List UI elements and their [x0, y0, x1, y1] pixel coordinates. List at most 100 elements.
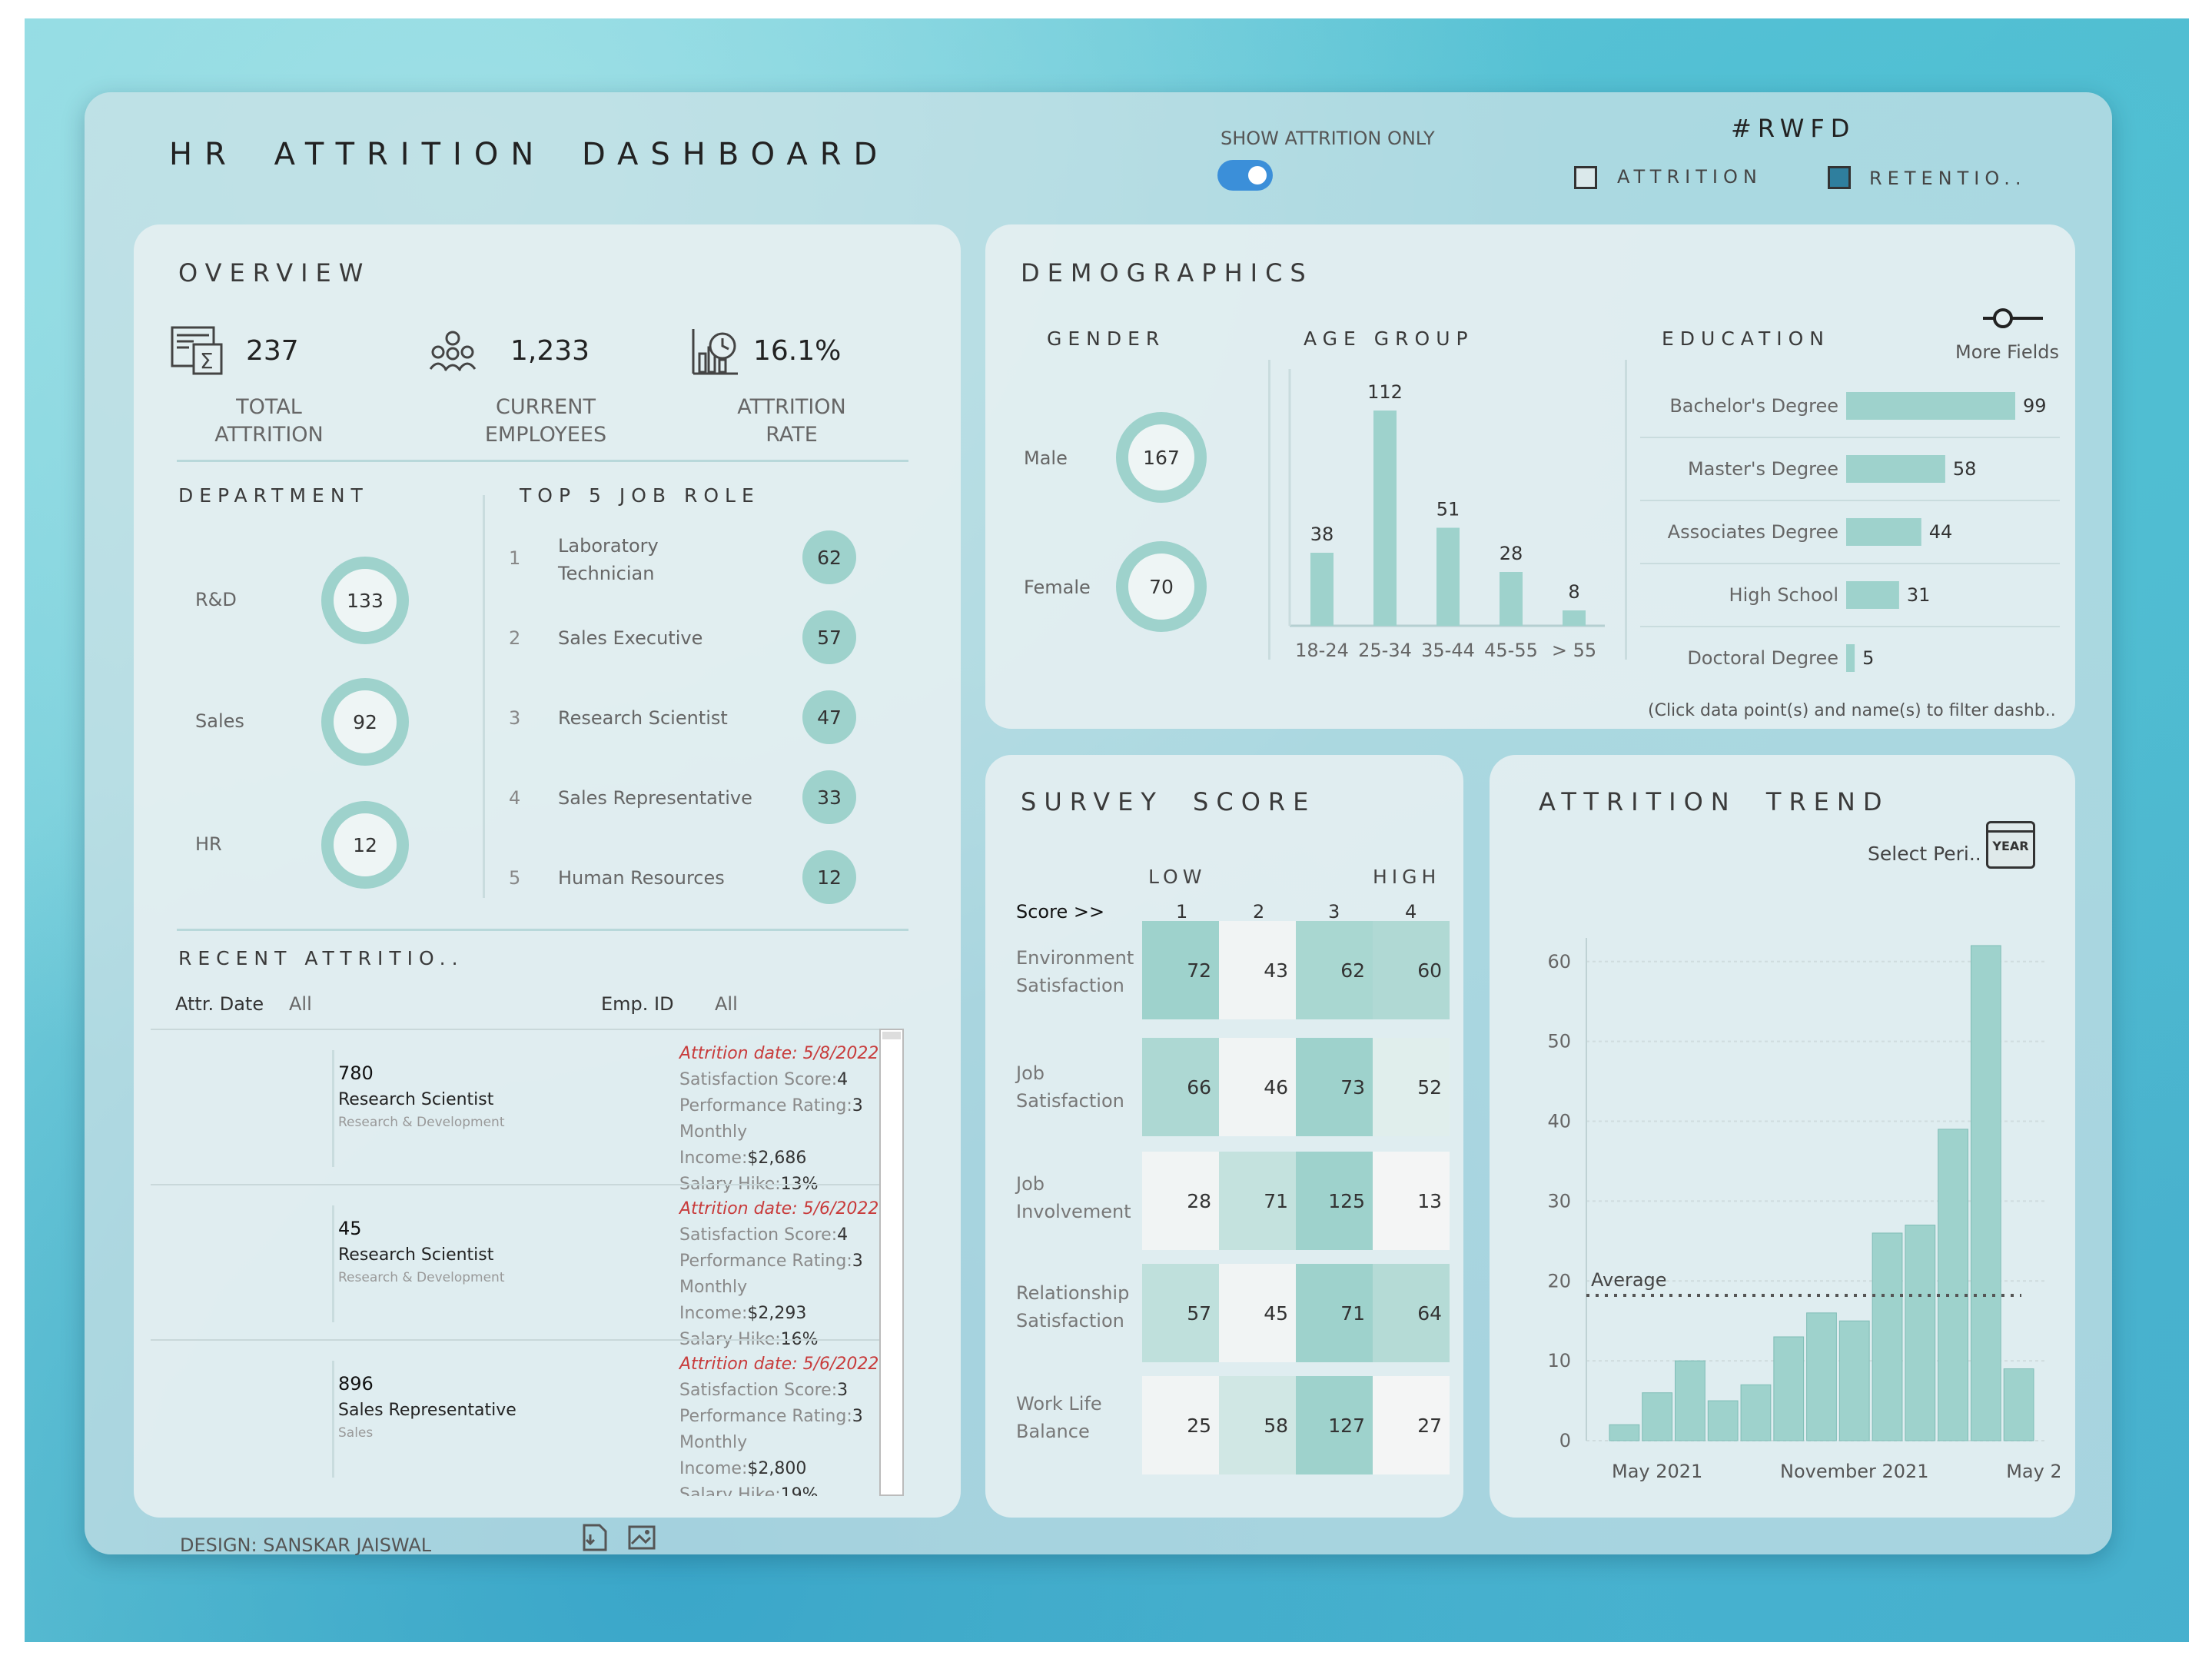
age-group-chart[interactable]: 38 18-24 112 25-34 51 35-44 28 45-55 8 > 55 — [1282, 369, 1613, 677]
department-ring-rd[interactable]: 133 — [321, 557, 409, 644]
survey-row-label-line1: Relationship — [1016, 1282, 1130, 1304]
role-rank: 1 — [509, 547, 521, 569]
role-name[interactable]: Sales Executive — [558, 627, 702, 649]
download-pdf-icon[interactable] — [581, 1522, 609, 1553]
employee-role: Research Scientist — [338, 1090, 494, 1109]
recent-attrition-title: RECENT ATTRITIO.. — [178, 947, 464, 969]
download-image-icon[interactable] — [627, 1522, 658, 1553]
education-bar — [1846, 455, 1945, 483]
list-item[interactable]: 780 Research Scientist Research & Develo… — [151, 1030, 879, 1194]
employee-role: Sales Representative — [338, 1401, 516, 1420]
employee-dept: Research & Development — [338, 1115, 505, 1130]
role-name[interactable]: Research Scientist — [558, 707, 728, 729]
heat-cell[interactable]: 25 — [1142, 1376, 1219, 1474]
attr-date-filter[interactable]: All — [289, 993, 312, 1015]
employee-role: Research Scientist — [338, 1245, 494, 1265]
heat-cell[interactable]: 71 — [1219, 1152, 1296, 1250]
heat-cell[interactable]: 72 — [1142, 921, 1219, 1019]
heat-cell[interactable]: 27 — [1373, 1376, 1450, 1474]
role-name[interactable]: Laboratory Technician — [558, 532, 659, 587]
age-group-title: AGE GROUP — [1304, 327, 1474, 350]
legend-attrition-swatch[interactable] — [1574, 166, 1597, 189]
gender-label-male[interactable]: Male — [1024, 447, 1068, 469]
select-period-label[interactable]: Select Peri.. — [1868, 843, 1981, 865]
role-name[interactable]: Sales Representative — [558, 787, 752, 809]
emp-id-filter[interactable]: All — [715, 993, 738, 1015]
education-bar — [1846, 518, 1921, 546]
survey-title: SURVEY SCORE — [1021, 787, 1317, 816]
gender-ring-male[interactable]: 167 — [1116, 412, 1207, 503]
legend-retention-swatch[interactable] — [1828, 166, 1851, 189]
heat-cell[interactable]: 60 — [1373, 921, 1450, 1019]
trend-x-tick-label: May 2021 — [1612, 1461, 1702, 1482]
heat-cell[interactable]: 52 — [1373, 1038, 1450, 1136]
age-tick-label: 35-44 — [1421, 640, 1475, 661]
calendar-header — [1988, 823, 2033, 833]
heat-cell[interactable]: 28 — [1142, 1152, 1219, 1250]
recent-attrition-list[interactable]: 780 Research Scientist Research & Develo… — [151, 1029, 879, 1496]
heat-cell[interactable]: 58 — [1219, 1376, 1296, 1474]
legend-attrition-label[interactable]: ATTRITION — [1617, 166, 1762, 188]
trend-x-tick-label: November 2021 — [1780, 1461, 1929, 1482]
survey-row-label: Relationship Satisfaction — [1016, 1279, 1129, 1335]
heat-cell[interactable]: 43 — [1219, 921, 1296, 1019]
education-chart[interactable]: Bachelor's Degree 99 Master's Degree 58 Asso… — [1637, 369, 2064, 684]
survey-row-label-line2: Satisfaction — [1016, 1310, 1124, 1332]
trend-bar — [1773, 1336, 1805, 1441]
gender-label-female[interactable]: Female — [1024, 577, 1091, 598]
recent-list-scrollbar[interactable] — [879, 1029, 904, 1496]
attrition-date: Attrition date: 5/6/2022 — [679, 1199, 879, 1218]
legend-retention-label[interactable]: RETENTIO.. — [1869, 168, 2027, 189]
attr-date-filter-label: Attr. Date — [175, 993, 264, 1015]
heat-cell[interactable]: 13 — [1373, 1152, 1450, 1250]
trend-bar — [1806, 1312, 1837, 1441]
scrollbar-thumb[interactable] — [882, 1032, 901, 1039]
calendar-year-icon[interactable]: YEAR — [1986, 821, 2035, 869]
survey-row-label-line1: Work Life — [1016, 1393, 1102, 1415]
trend-y-tick-label: 60 — [1547, 951, 1571, 972]
high-label: HIGH — [1373, 866, 1441, 888]
education-category-label: Master's Degree — [1688, 458, 1838, 480]
current-employees-label-1: CURRENT — [496, 395, 596, 419]
heat-cell[interactable]: 46 — [1219, 1038, 1296, 1136]
attrition-date: Attrition date: 5/6/2022 — [679, 1355, 879, 1374]
survey-row-label: Work Life Balance — [1016, 1390, 1102, 1445]
heat-cell[interactable]: 73 — [1296, 1038, 1373, 1136]
department-label-sales[interactable]: Sales — [195, 710, 244, 732]
role-count-badge[interactable]: 57 — [802, 610, 856, 664]
list-item[interactable]: 896 Sales Representative Sales Attrition… — [151, 1341, 879, 1496]
heat-cell[interactable]: 71 — [1296, 1264, 1373, 1362]
design-credit: DESIGN: SANSKAR JAISWAL — [180, 1534, 432, 1556]
heat-cell[interactable]: 64 — [1373, 1264, 1450, 1362]
department-ring-hr[interactable]: 12 — [321, 801, 409, 889]
trend-bar — [1872, 1232, 1903, 1441]
show-attrition-toggle[interactable] — [1217, 160, 1273, 191]
trend-y-tick-label: 10 — [1547, 1350, 1571, 1371]
trend-bar — [1838, 1320, 1870, 1441]
role-count-badge[interactable]: 62 — [802, 530, 856, 584]
list-item[interactable]: 45 Research Scientist Research & Develop… — [151, 1185, 879, 1349]
heat-cell[interactable]: 125 — [1296, 1152, 1373, 1250]
record-bar — [332, 1361, 334, 1478]
gender-ring-female[interactable]: 70 — [1116, 541, 1207, 632]
role-count-badge[interactable]: 47 — [802, 690, 856, 744]
income-line: Monthly Income:$2,686 — [679, 1119, 879, 1172]
role-count-badge[interactable]: 33 — [802, 770, 856, 824]
heat-cell[interactable]: 66 — [1142, 1038, 1219, 1136]
role-name[interactable]: Human Resources — [558, 867, 725, 889]
department-ring-sales[interactable]: 92 — [321, 678, 409, 766]
department-label-rd[interactable]: R&D — [195, 589, 237, 610]
trend-bar — [2003, 1368, 2034, 1441]
role-count-badge[interactable]: 12 — [802, 850, 856, 904]
heat-cell[interactable]: 127 — [1296, 1376, 1373, 1474]
heat-cell[interactable]: 57 — [1142, 1264, 1219, 1362]
more-fields-button[interactable]: More Fields — [1955, 341, 2059, 363]
department-label-hr[interactable]: HR — [195, 833, 222, 855]
heat-cell[interactable]: 62 — [1296, 921, 1373, 1019]
attrition-trend-chart[interactable]: 0 10 20 30 40 50 60 Average May 2021 November 202… — [1506, 884, 2060, 1484]
education-value-label: 99 — [2023, 395, 2047, 417]
age-bar — [1373, 411, 1397, 626]
total-attrition-value: 237 — [246, 335, 299, 367]
more-fields-icon[interactable] — [1980, 304, 2046, 332]
heat-cell[interactable]: 45 — [1219, 1264, 1296, 1362]
